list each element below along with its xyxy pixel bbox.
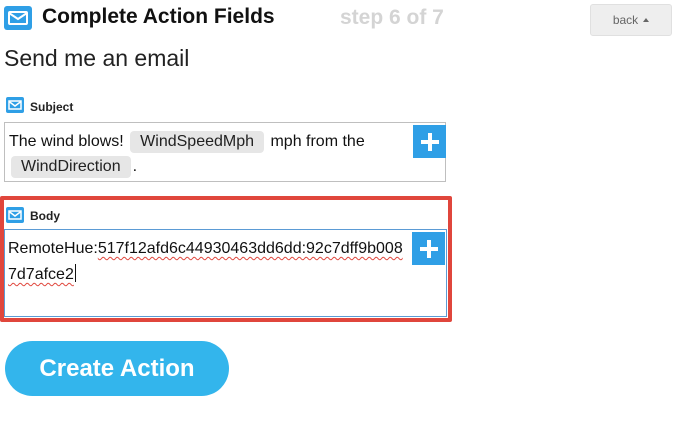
create-action-button[interactable]: Create Action	[5, 341, 229, 396]
body-label: Body	[30, 209, 60, 223]
subject-text-middle: mph from the	[266, 133, 365, 150]
back-button[interactable]: back	[590, 4, 672, 36]
ingredient-wind-speed[interactable]: WindSpeedMph	[130, 131, 265, 153]
back-button-label: back	[612, 13, 639, 27]
caret-up-icon	[643, 17, 650, 22]
mail-icon	[4, 6, 32, 30]
plus-icon	[419, 239, 438, 258]
mail-icon	[6, 97, 24, 113]
subject-text-after: .	[132, 158, 138, 175]
subject-label: Subject	[30, 100, 74, 114]
text-cursor	[74, 264, 76, 282]
step-indicator: step 6 of 7	[340, 6, 444, 29]
action-name: Send me an email	[4, 45, 190, 71]
subject-text[interactable]: The wind blows! WindSpeedMph mph from th…	[9, 129, 411, 179]
plus-icon	[420, 132, 439, 151]
page-title: Complete Action Fields	[42, 5, 275, 28]
add-ingredient-button[interactable]	[412, 232, 445, 265]
body-field[interactable]: RemoteHue:517f12afd6c44930463dd6dd:92c7d…	[4, 229, 447, 317]
subject-field[interactable]: The wind blows! WindSpeedMph mph from th…	[4, 122, 446, 182]
subject-text-before: The wind blows!	[9, 133, 129, 150]
mail-icon	[6, 207, 24, 223]
body-text[interactable]: RemoteHue:517f12afd6c44930463dd6dd:92c7d…	[8, 236, 410, 288]
ingredient-wind-direction[interactable]: WindDirection	[11, 156, 131, 178]
add-ingredient-button[interactable]	[413, 125, 446, 158]
body-prefix: RemoteHue:	[8, 240, 98, 257]
